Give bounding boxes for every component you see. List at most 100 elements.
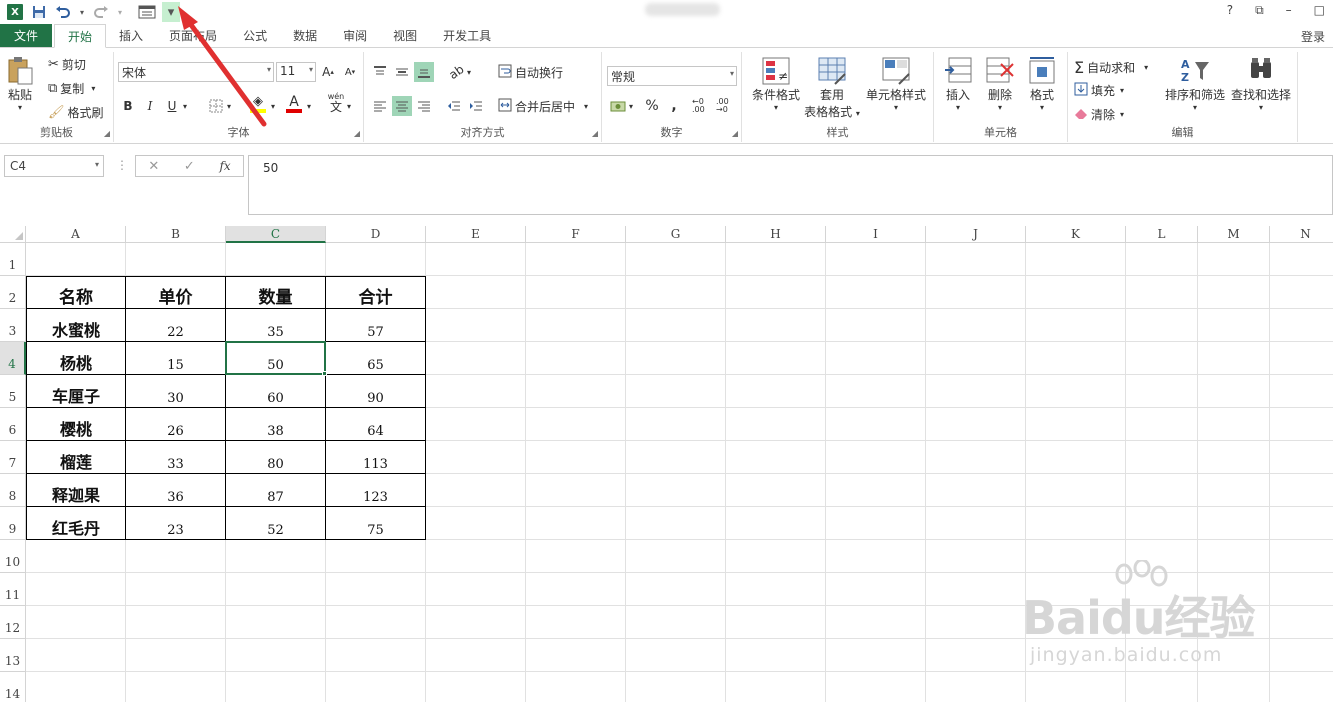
column-header-f[interactable]: F (526, 226, 626, 243)
autosum-dropdown-icon[interactable]: ▾ (1144, 63, 1148, 72)
italic-button[interactable]: I (140, 96, 160, 116)
tab-formulas[interactable]: 公式 (230, 24, 280, 47)
phonetic-dropdown-icon[interactable]: ▾ (344, 96, 354, 116)
customize-qat-icon[interactable]: ▾ (162, 2, 180, 22)
comma-button[interactable]: , (664, 96, 684, 116)
table-header-cell[interactable]: 名称 (26, 276, 126, 309)
table-cell[interactable]: 90 (326, 375, 426, 408)
row-header-5[interactable]: 5 (0, 375, 26, 408)
fill-button[interactable]: 填充 ▾ (1074, 82, 1124, 99)
tab-view[interactable]: 视图 (380, 24, 430, 47)
table-cell[interactable]: 22 (126, 309, 226, 342)
table-cell[interactable]: 80 (226, 441, 326, 474)
border-dropdown-icon[interactable]: ▾ (224, 96, 234, 116)
undo-dropdown-icon[interactable]: ▾ (78, 2, 86, 22)
paste-button[interactable]: 粘贴 ▾ (6, 56, 34, 112)
merge-center-button[interactable]: 合并后居中 ▾ (498, 98, 588, 115)
table-cell[interactable]: 36 (126, 474, 226, 507)
tab-page-layout[interactable]: 页面布局 (156, 24, 230, 47)
alignment-launcher-icon[interactable]: ◢ (592, 129, 598, 138)
formula-bar-grip-icon[interactable]: ⋮ (116, 158, 128, 172)
undo-icon[interactable] (54, 2, 72, 22)
row-header-2[interactable]: 2 (0, 276, 26, 309)
align-center-icon[interactable] (392, 96, 412, 116)
clipboard-launcher-icon[interactable]: ◢ (104, 129, 110, 138)
table-cell[interactable]: 30 (126, 375, 226, 408)
increase-decimal-icon[interactable]: ←0 .00 (692, 96, 714, 116)
table-cell[interactable]: 113 (326, 441, 426, 474)
copy-button[interactable]: ⧉ 复制 ▾ (48, 80, 95, 97)
name-box[interactable]: C4 ▾ (4, 155, 104, 177)
column-header-e[interactable]: E (426, 226, 526, 243)
copy-dropdown-icon[interactable]: ▾ (91, 84, 95, 93)
column-header-n[interactable]: N (1270, 226, 1333, 243)
column-header-m[interactable]: M (1198, 226, 1270, 243)
underline-dropdown-icon[interactable]: ▾ (180, 96, 190, 116)
format-cells-button[interactable]: 格式 ▾ (1024, 56, 1060, 112)
fill-color-button[interactable]: ◈ (248, 94, 268, 114)
formula-input[interactable]: 50 (248, 155, 1333, 215)
insert-cells-button[interactable]: 插入 ▾ (940, 56, 976, 112)
table-cell[interactable]: 60 (226, 375, 326, 408)
restore-ribbon-icon[interactable]: ⧉ (1255, 3, 1264, 18)
fill-dropdown-icon[interactable]: ▾ (1120, 86, 1124, 95)
row-header-7[interactable]: 7 (0, 441, 26, 474)
form-icon[interactable] (138, 2, 156, 22)
tab-developer[interactable]: 开发工具 (430, 24, 504, 47)
row-header-12[interactable]: 12 (0, 606, 26, 639)
wrap-text-button[interactable]: 自动换行 (498, 64, 563, 81)
column-header-l[interactable]: L (1126, 226, 1198, 243)
align-left-icon[interactable] (370, 96, 390, 116)
underline-button[interactable]: U (162, 96, 182, 116)
table-cell[interactable]: 红毛丹 (26, 507, 126, 540)
align-top-icon[interactable] (370, 62, 390, 82)
column-header-a[interactable]: A (26, 226, 126, 243)
row-header-10[interactable]: 10 (0, 540, 26, 573)
excel-icon[interactable]: X (6, 2, 24, 22)
save-icon[interactable] (30, 2, 48, 22)
column-header-g[interactable]: G (626, 226, 726, 243)
select-all-corner[interactable] (0, 226, 26, 243)
increase-indent-icon[interactable] (466, 96, 486, 116)
autosum-button[interactable]: Σ 自动求和 ▾ (1074, 58, 1148, 77)
help-icon[interactable]: ? (1227, 3, 1233, 18)
row-header-9[interactable]: 9 (0, 507, 26, 540)
table-cell[interactable]: 15 (126, 342, 226, 375)
font-size-select[interactable]: 11 ▾ (276, 62, 316, 82)
table-cell[interactable]: 车厘子 (26, 375, 126, 408)
paste-dropdown-icon[interactable]: ▾ (18, 103, 22, 112)
column-header-d[interactable]: D (326, 226, 426, 243)
row-header-14[interactable]: 14 (0, 672, 26, 702)
number-format-select[interactable]: 常规 ▾ (607, 66, 737, 86)
percent-button[interactable]: % (642, 96, 662, 116)
enter-icon[interactable]: ✓ (184, 159, 195, 174)
row-header-3[interactable]: 3 (0, 309, 26, 342)
redo-icon[interactable] (92, 2, 110, 22)
font-color-dropdown-icon[interactable]: ▾ (304, 96, 314, 116)
orientation-icon[interactable]: ab (446, 62, 466, 82)
bold-button[interactable]: B (118, 96, 138, 116)
font-launcher-icon[interactable]: ◢ (354, 129, 360, 138)
currency-icon[interactable] (608, 96, 628, 116)
shrink-font-icon[interactable]: A ▾ (340, 62, 360, 82)
decrease-indent-icon[interactable] (444, 96, 464, 116)
format-as-table-button[interactable]: 套用 表格格式 ▾ (802, 56, 862, 120)
orientation-dropdown-icon[interactable]: ▾ (464, 62, 474, 82)
border-icon[interactable] (206, 96, 226, 116)
column-header-c[interactable]: C (226, 226, 326, 243)
decrease-decimal-icon[interactable]: .00 →0 (716, 96, 738, 116)
tab-home[interactable]: 开始 (54, 24, 107, 48)
delete-cells-button[interactable]: 删除 ▾ (982, 56, 1018, 112)
table-cell[interactable]: 榴莲 (26, 441, 126, 474)
format-painter-button[interactable]: 🖌 格式刷 (48, 104, 104, 121)
tab-insert[interactable]: 插入 (106, 24, 156, 47)
row-header-6[interactable]: 6 (0, 408, 26, 441)
row-header-1[interactable]: 1 (0, 243, 26, 276)
fill-color-dropdown-icon[interactable]: ▾ (268, 96, 278, 116)
insert-function-icon[interactable]: fx (219, 159, 230, 173)
table-cell[interactable]: 23 (126, 507, 226, 540)
table-cell[interactable]: 65 (326, 342, 426, 375)
conditional-format-button[interactable]: ≠ 条件格式 ▾ (748, 56, 804, 112)
table-cell[interactable]: 杨桃 (26, 342, 126, 375)
table-cell[interactable]: 57 (326, 309, 426, 342)
